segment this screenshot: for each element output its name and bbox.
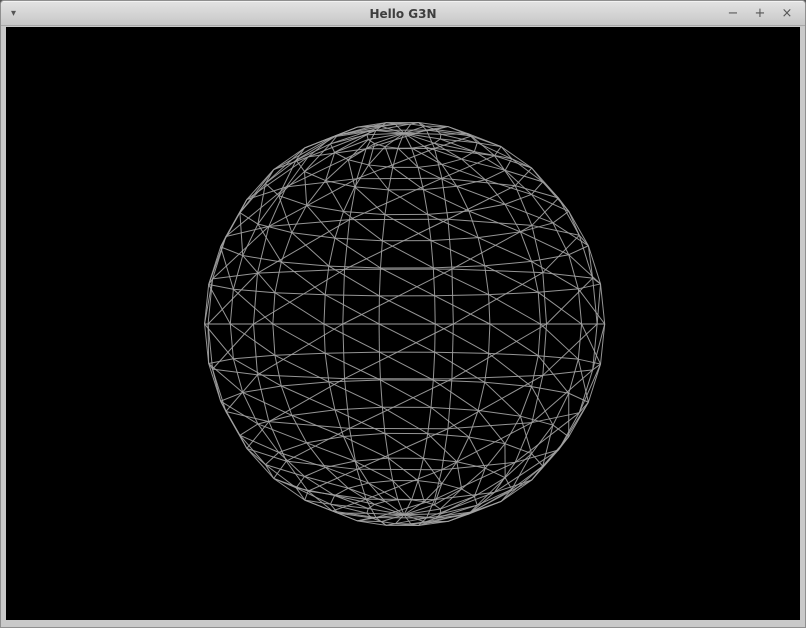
wireframe-sphere-svg [6, 27, 800, 620]
window-titlebar[interactable]: ▾ Hello G3N − + × [1, 1, 805, 26]
minimize-button[interactable]: − [725, 2, 741, 25]
3d-viewport[interactable] [6, 27, 800, 620]
window-title: Hello G3N [1, 2, 805, 25]
app-window: ▾ Hello G3N − + × [0, 0, 806, 628]
maximize-button[interactable]: + [752, 2, 768, 25]
window-menu-button[interactable]: ▾ [11, 9, 27, 19]
window-controls: − + × [725, 2, 795, 25]
close-button[interactable]: × [779, 2, 795, 25]
